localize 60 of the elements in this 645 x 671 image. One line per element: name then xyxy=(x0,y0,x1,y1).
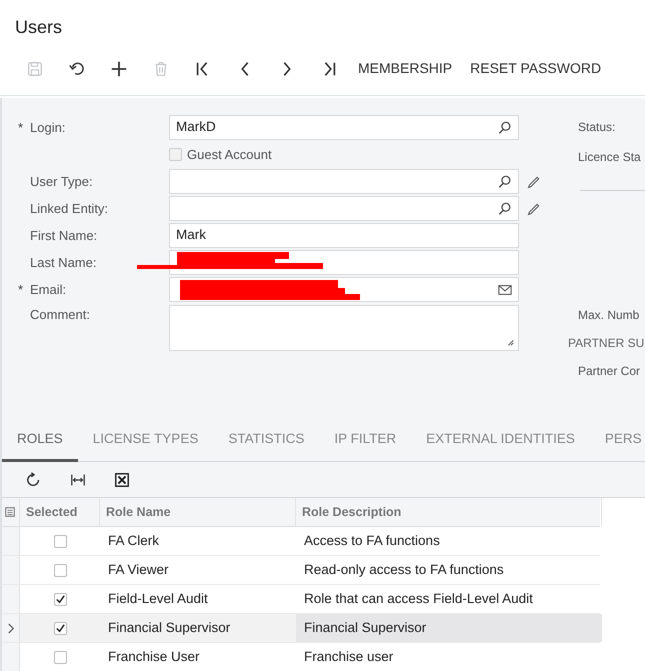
required-marker: * xyxy=(18,118,24,137)
table-cell-text: Field-Level Audit xyxy=(108,590,208,608)
table-row[interactable]: Financial Supervisor Financial Supervisor xyxy=(2,614,600,643)
row-checkbox[interactable] xyxy=(54,564,66,576)
field-label: Last Name: xyxy=(30,254,96,272)
field-label: Login: xyxy=(30,118,66,137)
field-label: Max. Numb xyxy=(577,307,640,324)
reset-password-button[interactable]: RESET PASSWORD xyxy=(462,54,610,83)
field-label: Licence Sta xyxy=(577,149,642,166)
fit-width-icon xyxy=(70,472,86,488)
table-cell-text: Franchise user xyxy=(304,648,394,666)
row-checkbox[interactable] xyxy=(54,622,66,634)
row-pointer-icon xyxy=(6,622,14,634)
table-cell-text: Financial Supervisor xyxy=(304,618,426,637)
row-checkbox[interactable] xyxy=(54,534,66,548)
page-title: Users xyxy=(15,16,64,39)
table-cell-text: Role that can access Field-Level Audit xyxy=(304,590,533,608)
table-cell-text: Franchise User xyxy=(108,648,200,666)
membership-button[interactable]: MEMBERSHIP xyxy=(350,54,460,83)
field-label: First Name: xyxy=(30,226,98,245)
table-row[interactable]: FA Clerk Access to FA functions xyxy=(2,527,600,556)
required-marker: * xyxy=(18,280,24,299)
input-field[interactable]: MarkD xyxy=(169,115,519,140)
checkbox-label: Guest Account xyxy=(187,146,272,164)
input-field[interactable]: Mark xyxy=(169,223,519,248)
search-icon[interactable] xyxy=(498,202,512,216)
section-heading: PARTNER SU xyxy=(567,335,645,352)
table-row[interactable]: Franchise User Franchise user xyxy=(2,643,600,671)
field-label: Status: xyxy=(577,119,616,136)
table-cell-text: FA Viewer xyxy=(108,560,169,579)
input-field[interactable] xyxy=(169,196,519,221)
table-cell-text: Read-only access to FA functions xyxy=(304,560,504,579)
table-row[interactable]: FA Viewer Read-only access to FA functions xyxy=(2,556,600,585)
search-icon[interactable] xyxy=(498,174,512,188)
row-checkbox[interactable] xyxy=(54,592,66,606)
input-field[interactable] xyxy=(169,169,519,194)
search-icon[interactable] xyxy=(498,120,512,134)
table-cell-text: Financial Supervisor xyxy=(108,618,230,637)
column-header[interactable]: Role Description xyxy=(296,498,602,526)
save-icon xyxy=(26,60,44,78)
undo-icon xyxy=(68,60,86,78)
plus-icon xyxy=(110,60,128,78)
column-settings-icon[interactable] xyxy=(4,506,16,518)
pencil-icon[interactable] xyxy=(527,202,541,216)
table-cell-text: Access to FA functions xyxy=(304,532,440,550)
column-header[interactable]: Role Name xyxy=(100,498,296,526)
envelope-icon xyxy=(498,282,512,296)
pencil-icon[interactable] xyxy=(527,174,541,188)
field-label: Partner Cor xyxy=(577,363,642,380)
comment-field[interactable] xyxy=(169,305,519,351)
column-header[interactable]: Selected xyxy=(20,498,100,526)
field-label: User Type: xyxy=(30,172,93,191)
table-cell-text: FA Clerk xyxy=(108,532,160,550)
refresh-icon xyxy=(26,472,42,488)
field-label: Comment: xyxy=(30,306,90,324)
field-label: Linked Entity: xyxy=(30,200,108,218)
field-label: Email: xyxy=(30,280,66,299)
excel-icon xyxy=(114,472,130,488)
row-checkbox[interactable] xyxy=(54,650,66,664)
resize-handle-icon[interactable] xyxy=(505,337,515,347)
